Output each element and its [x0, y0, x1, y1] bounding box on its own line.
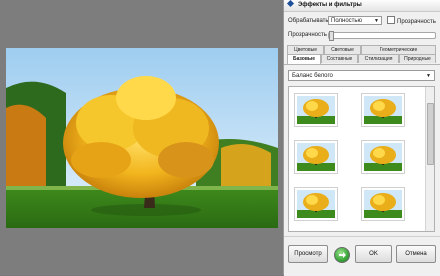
effect-thumbnail-grid	[288, 86, 435, 232]
tab-light[interactable]: Световые	[324, 45, 361, 54]
effect-select-value: Баланс белого	[292, 73, 333, 79]
image-canvas	[0, 0, 283, 275]
panel-title-bar: Эффекты и фильтры	[284, 0, 440, 12]
thumbnail-image	[297, 143, 335, 171]
transparency-checkbox[interactable]	[387, 16, 395, 24]
effect-thumbnail[interactable]	[294, 140, 338, 174]
tab-composite[interactable]: Составные	[321, 54, 358, 63]
thumbnail-image	[297, 96, 335, 124]
effect-thumbnail[interactable]	[361, 187, 405, 221]
cancel-button[interactable]: Отмена	[396, 245, 436, 263]
thumbnail-image	[364, 190, 402, 218]
effects-panel: Эффекты и фильтры Обрабатывать Полностью…	[283, 0, 440, 276]
slider-thumb[interactable]	[329, 31, 334, 41]
thumbnail-scrollbar[interactable]	[425, 87, 434, 231]
preview-button[interactable]: Просмотр	[288, 245, 328, 263]
button-bar: Просмотр OK Отмена	[284, 236, 440, 276]
tab-basic[interactable]: Базовые	[287, 54, 321, 64]
process-select[interactable]: Полностью ▼	[328, 16, 382, 25]
transparency-slider[interactable]	[328, 31, 436, 41]
transparency-row: Прозрачность	[288, 30, 327, 40]
process-select-value: Полностью	[331, 18, 363, 24]
scrollbar-thumb[interactable]	[427, 103, 434, 165]
photo-preview	[6, 48, 278, 228]
process-row: Обрабатывать	[288, 16, 329, 26]
thumbnail-image	[297, 190, 335, 218]
process-label: Обрабатывать	[288, 18, 329, 24]
apply-icon[interactable]	[334, 247, 350, 263]
tab-geometric[interactable]: Геометрические	[361, 45, 436, 54]
tab-natural[interactable]: Природные	[399, 54, 436, 63]
thumbnail-image	[364, 96, 402, 124]
effect-thumbnail[interactable]	[361, 93, 405, 127]
tab-stylization[interactable]: Стилизация	[358, 54, 399, 63]
chevron-down-icon: ▼	[374, 18, 379, 24]
tab-row-2: Базовые Составные Стилизация Природные	[284, 54, 440, 65]
chevron-down-icon: ▼	[426, 73, 431, 79]
transparency-checkbox-label: Прозрачность	[397, 19, 436, 25]
effect-thumbnail[interactable]	[361, 140, 405, 174]
transparency-label: Прозрачность	[288, 32, 327, 38]
effect-select[interactable]: Баланс белого ▼	[288, 70, 435, 81]
thumbnail-image	[364, 143, 402, 171]
tab-row-1: Цветовые Световые Геометрические	[284, 45, 440, 54]
effect-thumbnail[interactable]	[294, 93, 338, 127]
ok-button[interactable]: OK	[355, 245, 392, 263]
panel-diamond-icon	[286, 0, 295, 8]
transparency-checkbox-row[interactable]: Прозрачность	[387, 16, 436, 26]
effect-thumbnail[interactable]	[294, 187, 338, 221]
panel-title: Эффекты и фильтры	[298, 2, 362, 8]
tab-color[interactable]: Цветовые	[287, 45, 324, 54]
